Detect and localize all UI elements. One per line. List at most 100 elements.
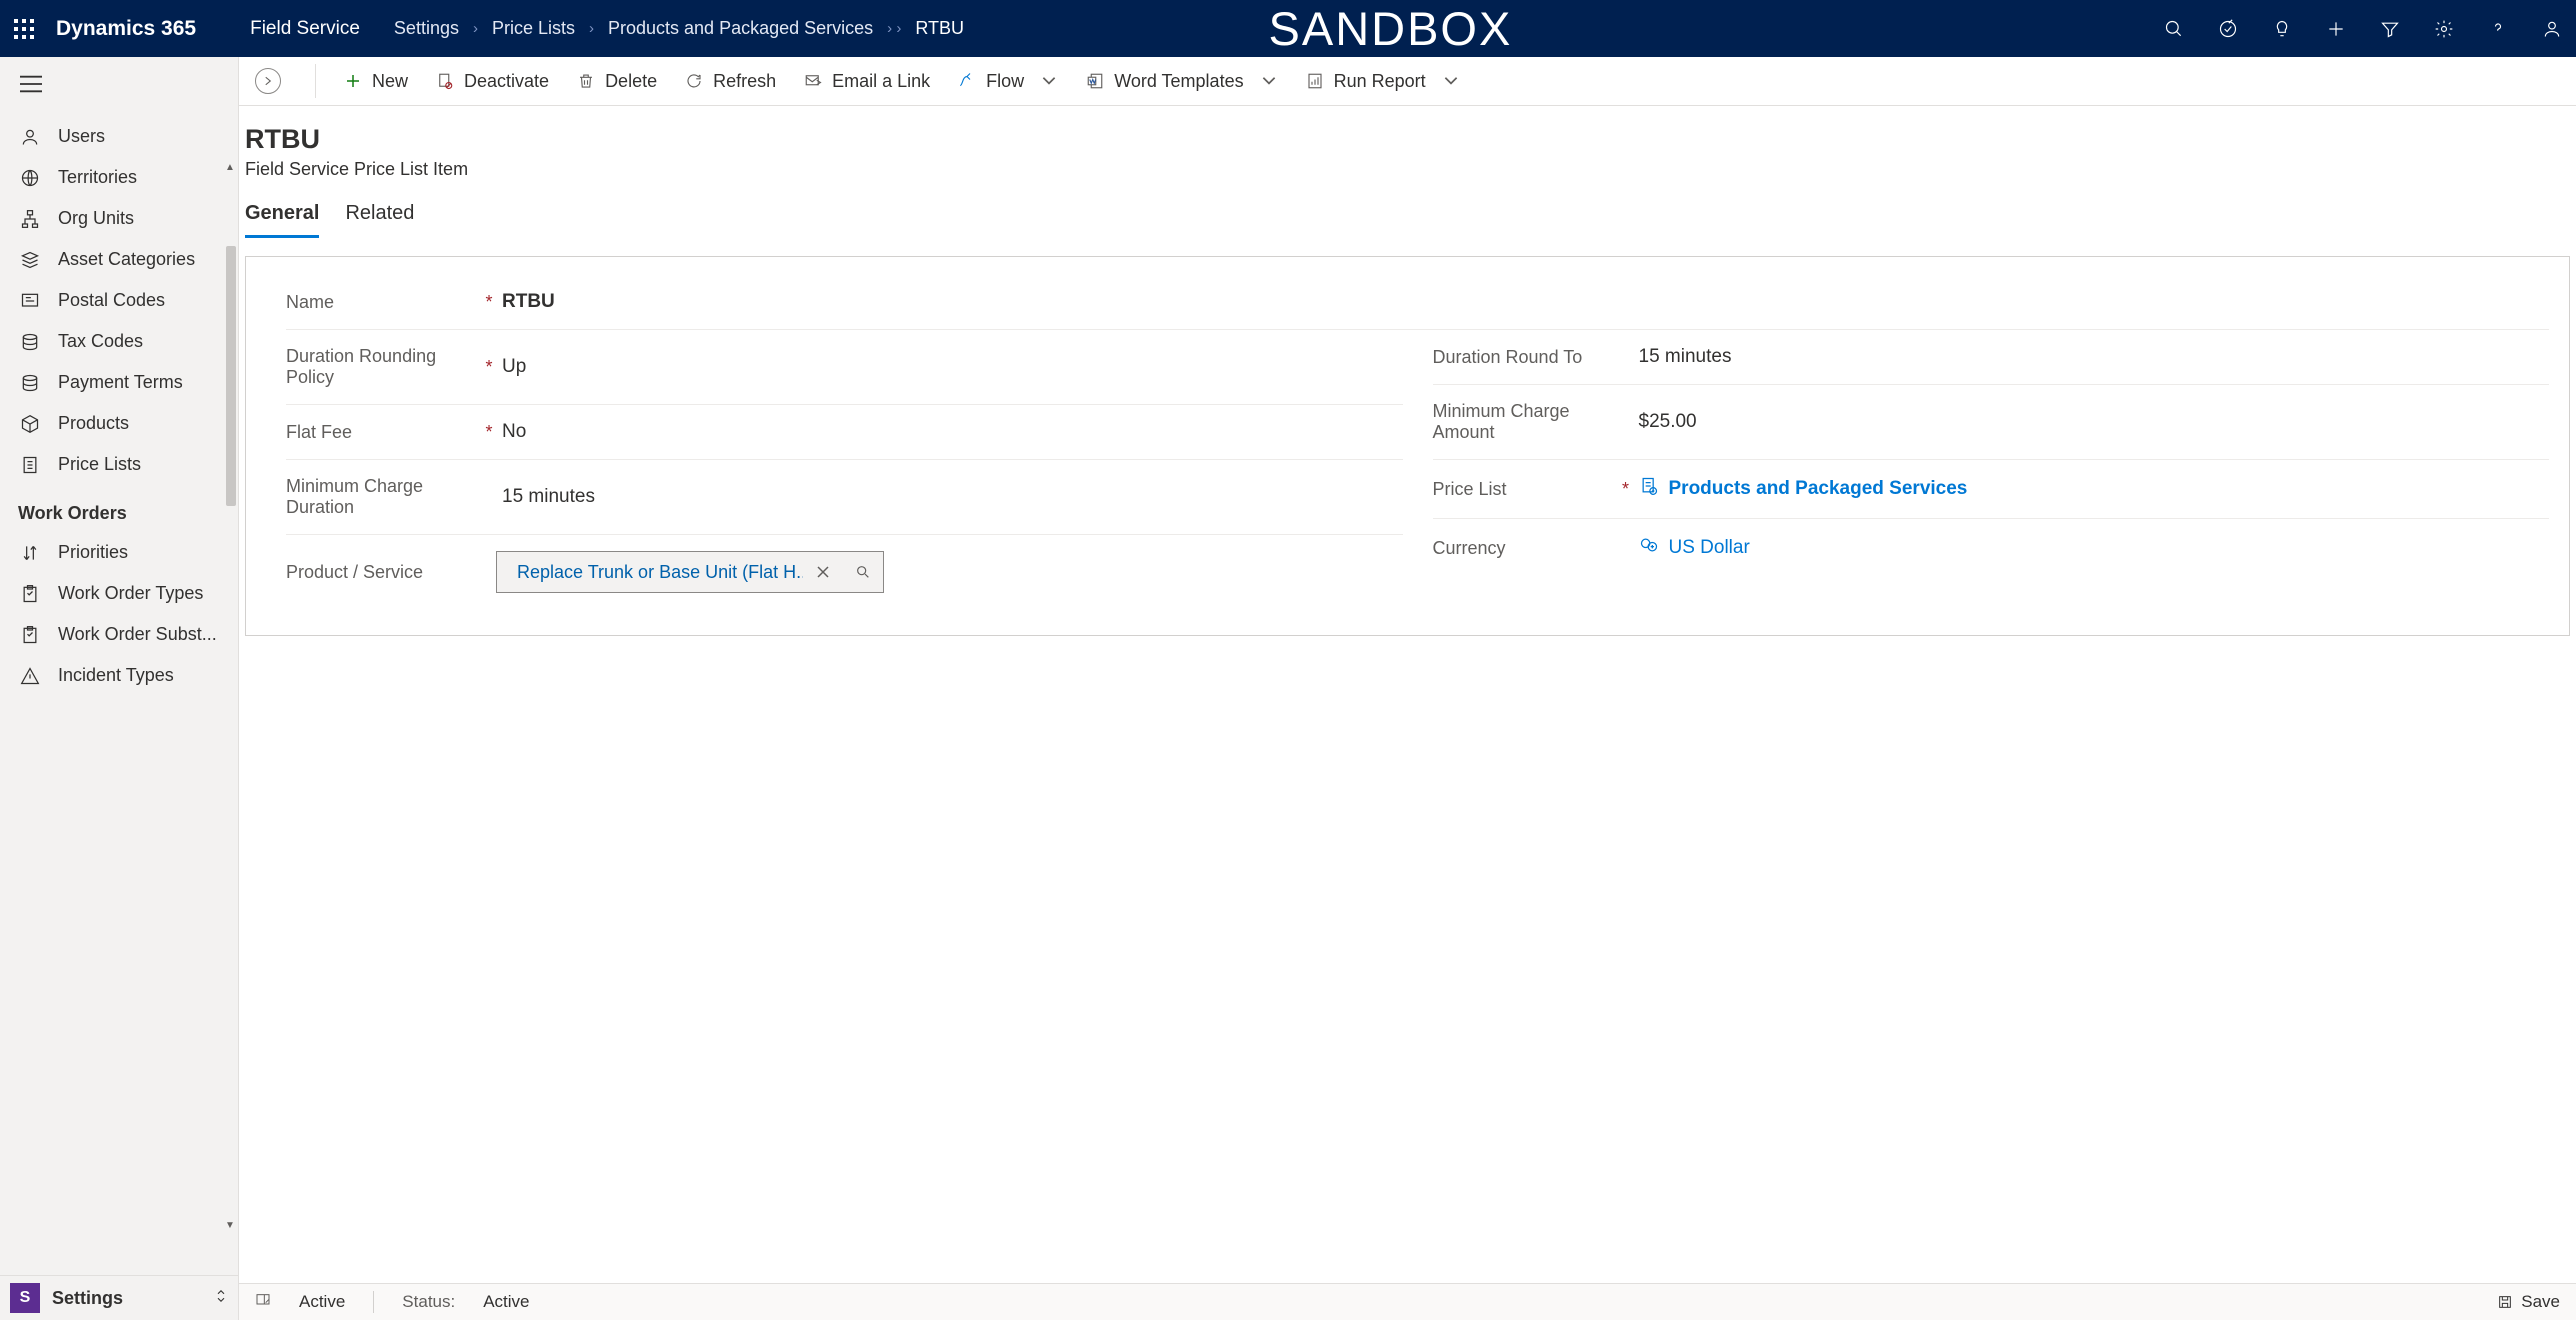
app-launcher-icon[interactable]	[14, 19, 34, 39]
sandbox-watermark: SANDBOX	[1268, 1, 1512, 56]
sidebar-item-taxcodes[interactable]: Tax Codes	[0, 321, 238, 362]
save-label: Save	[2521, 1292, 2560, 1312]
breadcrumb-item[interactable]: Settings	[394, 18, 459, 39]
sidebar-item-label: Tax Codes	[58, 331, 143, 352]
word-label: Word Templates	[1114, 71, 1243, 92]
form-card: Name * RTBU Duration Rounding Policy * U…	[245, 256, 2570, 636]
required-icon: *	[482, 357, 496, 378]
field-name[interactable]: Name * RTBU	[286, 275, 2549, 330]
word-templates-button[interactable]: Word Templates	[1086, 71, 1277, 92]
breadcrumb-item[interactable]: Price Lists	[492, 18, 575, 39]
label-pricelist: Price List	[1433, 479, 1613, 500]
sidebar-item-workordertypes[interactable]: Work Order Types	[0, 573, 238, 614]
sidebar-item-paymentterms[interactable]: Payment Terms	[0, 362, 238, 403]
sidebar-item-label: Territories	[58, 167, 137, 188]
plus-icon[interactable]	[2326, 19, 2346, 39]
hamburger-icon[interactable]	[0, 57, 238, 116]
clear-icon[interactable]	[803, 552, 843, 592]
sidebar-item-products[interactable]: Products	[0, 403, 238, 444]
field-flat-fee[interactable]: Flat Fee * No	[286, 405, 1403, 460]
updown-icon	[214, 1287, 228, 1310]
sidebar-item-label: Priorities	[58, 542, 128, 563]
filter-icon[interactable]	[2380, 19, 2400, 39]
sidebar-item-label: Users	[58, 126, 105, 147]
lookup-chip[interactable]: Replace Trunk or Base Unit (Flat H...	[497, 562, 803, 583]
brand-label: Dynamics 365	[56, 17, 196, 41]
task-check-icon[interactable]	[2218, 19, 2238, 39]
label-flatfee: Flat Fee	[286, 422, 476, 443]
status-state: Active	[299, 1292, 345, 1312]
email-label: Email a Link	[832, 71, 930, 92]
sidebar-nav: Users Territories Org Units Asset Catego…	[0, 116, 238, 485]
sidebar-item-priorities[interactable]: Priorities	[0, 532, 238, 573]
refresh-button[interactable]: Refresh	[685, 71, 776, 92]
sidebar-item-assetcategories[interactable]: Asset Categories	[0, 239, 238, 280]
email-link-button[interactable]: Email a Link	[804, 71, 930, 92]
scroll-up-icon[interactable]: ▲	[224, 162, 236, 173]
lookup-chip-label: Replace Trunk or Base Unit (Flat H...	[517, 562, 803, 583]
sidebar-item-pricelists[interactable]: Price Lists	[0, 444, 238, 485]
chevron-down-icon	[1442, 71, 1460, 92]
flow-button[interactable]: Flow	[958, 71, 1058, 92]
run-report-button[interactable]: Run Report	[1306, 71, 1460, 92]
save-button[interactable]: Save	[2497, 1292, 2560, 1312]
lightbulb-icon[interactable]	[2272, 19, 2292, 39]
chevron-right-icon: › ›	[887, 20, 901, 37]
person-icon[interactable]	[2542, 19, 2562, 39]
field-price-list[interactable]: Price List * Products and Packaged Servi…	[1433, 460, 2550, 519]
field-duration-rounding-policy[interactable]: Duration Rounding Policy * Up	[286, 330, 1403, 405]
command-bar: New Deactivate Delete Refresh Email a Li…	[239, 57, 2576, 106]
sidebar-item-label: Products	[58, 413, 129, 434]
deactivate-button[interactable]: Deactivate	[436, 71, 549, 92]
sidebar-item-users[interactable]: Users	[0, 116, 238, 157]
value-name: RTBU	[496, 291, 2549, 313]
required-icon: *	[482, 422, 496, 443]
scroll-down-icon[interactable]: ▼	[224, 1220, 236, 1231]
global-header: Dynamics 365 Field Service Settings › Pr…	[0, 0, 2576, 57]
area-switcher[interactable]: S Settings	[0, 1275, 238, 1320]
sidebar-item-orgunits[interactable]: Org Units	[0, 198, 238, 239]
currency-link-label: US Dollar	[1669, 537, 1750, 559]
area-badge: S	[10, 1283, 40, 1313]
search-icon[interactable]	[2164, 19, 2184, 39]
field-min-charge-amount[interactable]: Minimum Charge Amount $25.00	[1433, 385, 2550, 460]
status-label: Status:	[402, 1292, 455, 1312]
field-min-charge-duration[interactable]: Minimum Charge Duration 15 minutes	[286, 460, 1403, 535]
field-product-service[interactable]: Product / Service Replace Trunk or Base …	[286, 535, 1403, 609]
status-bar: Active Status: Active Save	[239, 1283, 2576, 1320]
sidebar-item-label: Asset Categories	[58, 249, 195, 270]
separator	[315, 64, 316, 98]
sidebar-item-label: Price Lists	[58, 454, 141, 475]
delete-button[interactable]: Delete	[577, 71, 657, 92]
field-duration-round-to[interactable]: Duration Round To 15 minutes	[1433, 330, 2550, 385]
value-mca: $25.00	[1633, 411, 2550, 433]
new-button[interactable]: New	[344, 71, 408, 92]
gear-icon[interactable]	[2434, 19, 2454, 39]
go-back-icon[interactable]	[255, 68, 281, 94]
sidebar-item-label: Postal Codes	[58, 290, 165, 311]
sidebar-item-workordersubst[interactable]: Work Order Subst...	[0, 614, 238, 655]
search-icon[interactable]	[843, 552, 883, 592]
tab-general[interactable]: General	[245, 202, 319, 238]
product-service-lookup[interactable]: Replace Trunk or Base Unit (Flat H...	[496, 551, 884, 593]
value-flatfee: No	[496, 421, 1403, 443]
scrollbar-thumb[interactable]	[226, 246, 236, 506]
sidebar-item-postalcodes[interactable]: Postal Codes	[0, 280, 238, 321]
brand[interactable]: Dynamics 365	[56, 17, 208, 41]
field-currency[interactable]: Currency US Dollar	[1433, 519, 2550, 577]
deactivate-label: Deactivate	[464, 71, 549, 92]
help-icon[interactable]	[2488, 19, 2508, 39]
sidebar-item-incidenttypes[interactable]: Incident Types	[0, 655, 238, 696]
value-currency[interactable]: US Dollar	[1633, 535, 2550, 561]
sidebar-item-label: Org Units	[58, 208, 134, 229]
open-pane-icon[interactable]	[255, 1292, 271, 1313]
breadcrumb-item[interactable]: Products and Packaged Services	[608, 18, 873, 39]
chevron-right-icon: ›	[473, 20, 478, 37]
value-pricelist[interactable]: Products and Packaged Services	[1633, 476, 2550, 502]
tab-related[interactable]: Related	[345, 202, 414, 238]
value-drp: Up	[496, 356, 1403, 378]
app-name[interactable]: Field Service	[250, 18, 360, 40]
label-name: Name	[286, 292, 476, 313]
sidebar-item-territories[interactable]: Territories	[0, 157, 238, 198]
sidebar-nav-2: Priorities Work Order Types Work Order S…	[0, 532, 238, 696]
